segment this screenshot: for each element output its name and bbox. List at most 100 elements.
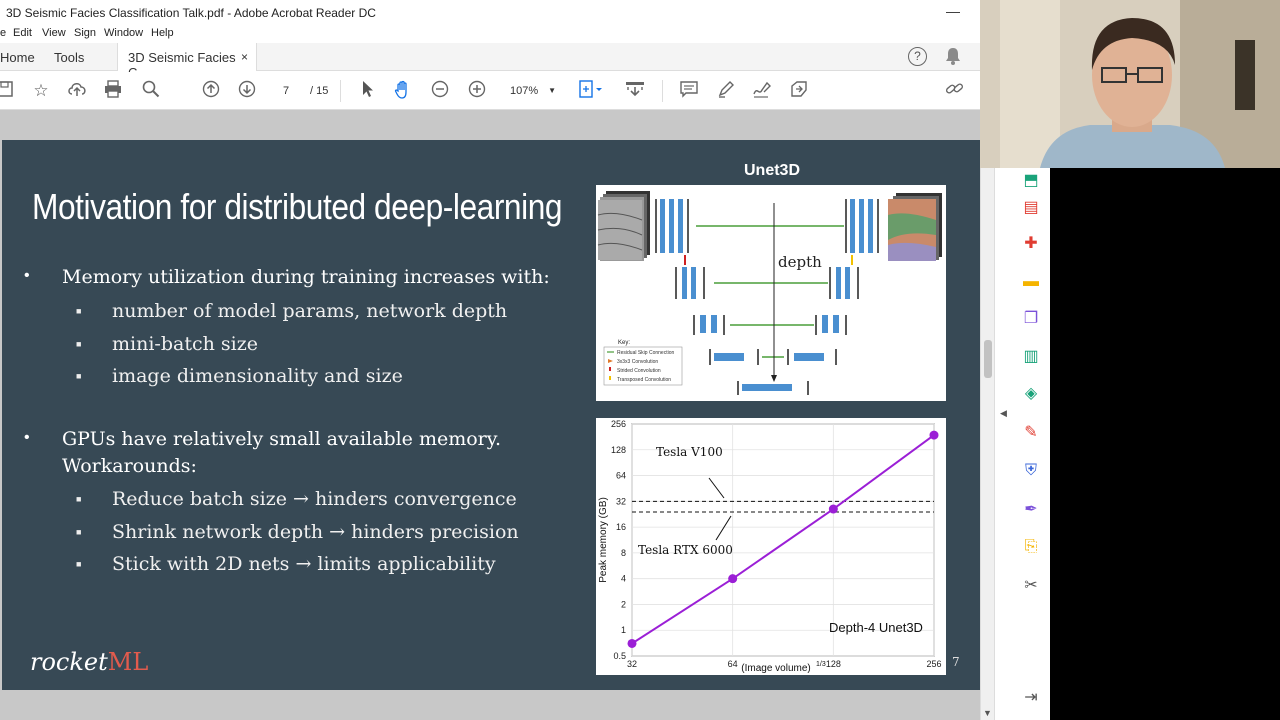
y-tick-label: 4	[621, 574, 626, 584]
menu-sign[interactable]: Sign	[74, 27, 96, 39]
tab-document[interactable]: 3D Seismic Facies C... ×	[117, 43, 257, 80]
logo-rocket-text: rocket	[30, 648, 108, 676]
search-zoom-icon[interactable]	[140, 80, 162, 102]
scroll-mode-icon[interactable]	[624, 80, 646, 102]
tab-home[interactable]: Home	[0, 43, 35, 71]
zoom-select[interactable]: 107% ▼	[502, 81, 560, 101]
y-tick-label: 2	[621, 599, 626, 609]
memory-chart-svg: 0.5 1 2 4 8 16 32 64 128 256 32 64 128 256 Tesla V100 T…	[598, 419, 942, 674]
combine-files-icon[interactable]: ❐	[1021, 309, 1041, 329]
comment-tool-icon[interactable]: ▬	[1021, 272, 1041, 292]
sub-bullet-reduce-batch: Reduce batch size → hinders convergence	[112, 488, 517, 510]
x-tick-label: 64	[728, 659, 738, 669]
chart-annotation: Depth-4 Unet3D	[829, 620, 923, 635]
bullet-gpus: GPUs have relatively small available mem…	[62, 428, 502, 450]
y-tick-label: 128	[611, 445, 626, 455]
sub-bullet-2d-nets: Stick with 2D nets → limits applicabilit…	[112, 553, 496, 575]
edit-pdf-icon[interactable]: ✚	[1021, 234, 1041, 254]
bookmark-star-icon[interactable]: ☆	[30, 80, 52, 102]
link-icon[interactable]	[944, 80, 966, 102]
pdf-page: Motivation for distributed deep-learning…	[2, 140, 980, 690]
data-point	[828, 504, 838, 514]
highlight-pen-icon[interactable]	[715, 80, 737, 102]
y-axis-label: Peak memory (GB)	[598, 497, 609, 583]
scroll-down-arrow-icon[interactable]: ▼	[983, 708, 992, 718]
menu-file-partial[interactable]: e	[0, 27, 6, 39]
close-tab-icon[interactable]: ×	[241, 50, 248, 64]
sub-bullet-shrink-depth: Shrink network depth → hinders precision	[112, 521, 519, 543]
fit-page-icon[interactable]	[578, 80, 602, 102]
scan-enhance-icon[interactable]: ◈	[1021, 384, 1041, 404]
page-total: / 15	[310, 85, 329, 97]
save-icon[interactable]	[0, 80, 16, 102]
bullet-dot: •	[24, 429, 30, 446]
unet-diagram: depth Key: Residual Skip Connection 3x3x…	[596, 185, 946, 401]
logo-ml-text: ML	[107, 648, 149, 676]
page-number-input[interactable]: 7	[273, 81, 299, 101]
y-tick-label: 8	[621, 548, 626, 558]
help-icon[interactable]: ?	[908, 47, 927, 66]
fill-sign-icon[interactable]: ✎	[1021, 423, 1041, 443]
unet-title: Unet3D	[744, 162, 801, 179]
rocketml-logo: rocketML	[30, 648, 148, 676]
sub-bullet-square: ■	[76, 527, 82, 537]
hand-tool-icon[interactable]	[392, 80, 414, 102]
bullet-memory: Memory utilization during training incre…	[62, 266, 550, 288]
zoom-value: 107%	[510, 85, 539, 97]
chevron-down-icon: ▼	[548, 86, 556, 95]
sub-bullet-square: ■	[76, 306, 82, 316]
print-icon[interactable]	[102, 80, 124, 102]
protect-icon[interactable]: ⛨	[1021, 461, 1041, 481]
organize-pages-icon[interactable]: ▥	[1021, 347, 1041, 367]
create-pdf-icon[interactable]: ▤	[1021, 198, 1041, 218]
minimize-button[interactable]: —	[946, 3, 960, 19]
send-track-icon[interactable]: ⎘	[1021, 537, 1041, 557]
menu-view[interactable]: View	[42, 27, 66, 39]
sub-bullet-params: number of model params, network depth	[112, 300, 508, 322]
collapse-panel-icon[interactable]: ◀	[1000, 408, 1007, 419]
notification-bell-icon[interactable]	[945, 47, 961, 70]
menu-help[interactable]: Help	[151, 27, 174, 39]
screen: 3D Seismic Facies Classification Talk.pd…	[0, 0, 1280, 720]
key-title: Key:	[618, 340, 630, 346]
facies-output-image	[888, 193, 942, 261]
bullet-dot: •	[24, 267, 30, 284]
more-tools-icon[interactable]: ✂	[1021, 576, 1041, 596]
tab-tools[interactable]: Tools	[54, 43, 84, 71]
export-pdf-icon[interactable]: ⬒	[1021, 171, 1041, 191]
menu-edit[interactable]: Edit	[13, 27, 32, 39]
sub-bullet-dims: image dimensionality and size	[112, 365, 403, 387]
zoom-out-icon[interactable]	[429, 80, 451, 102]
key-item-skip: Residual Skip Connection	[617, 350, 674, 356]
sub-bullet-batch: mini-batch size	[112, 333, 258, 355]
vertical-scrollbar[interactable]: ▼	[980, 168, 994, 720]
toolbar: ☆ 7 / 15 107% ▼	[0, 72, 980, 110]
slide-page-number: 7	[952, 655, 960, 669]
title-bar: 3D Seismic Facies Classification Talk.pd…	[0, 0, 980, 26]
y-tick-label: 1	[621, 625, 626, 635]
sign-icon[interactable]	[751, 80, 773, 102]
toolbar-divider	[662, 80, 663, 102]
slide-title: Motivation for distributed deep-learning	[32, 186, 563, 227]
select-pointer-icon[interactable]	[356, 80, 378, 102]
toolbar-divider	[340, 80, 341, 102]
presenter-webcam	[980, 0, 1280, 168]
key-item-strided: Strided Convolution	[617, 368, 661, 374]
y-tick-label: 32	[616, 496, 626, 506]
tools-side-panel: ◀ ⬒ ▤ ✚ ▬ ❐ ▥ ◈ ✎ ⛨ ✒ ⎘ ✂ ⇥	[994, 168, 1050, 720]
next-page-icon[interactable]	[236, 80, 258, 102]
share-icon[interactable]	[788, 80, 810, 102]
scrollbar-thumb[interactable]	[984, 340, 992, 378]
menu-window[interactable]: Window	[104, 27, 143, 39]
hline-label-v100: Tesla V100	[656, 445, 723, 459]
seismic-input-image	[597, 191, 650, 261]
comment-icon[interactable]	[678, 80, 700, 102]
zoom-in-icon[interactable]	[466, 80, 488, 102]
window-title: 3D Seismic Facies Classification Talk.pd…	[6, 6, 376, 20]
prev-page-icon[interactable]	[200, 80, 222, 102]
expand-panel-icon[interactable]: ⇥	[1021, 688, 1041, 708]
send-sign-icon[interactable]: ✒	[1021, 500, 1041, 520]
x-tick-label: 256	[926, 659, 941, 669]
sub-bullet-square: ■	[76, 371, 82, 381]
upload-icon[interactable]	[66, 80, 88, 102]
